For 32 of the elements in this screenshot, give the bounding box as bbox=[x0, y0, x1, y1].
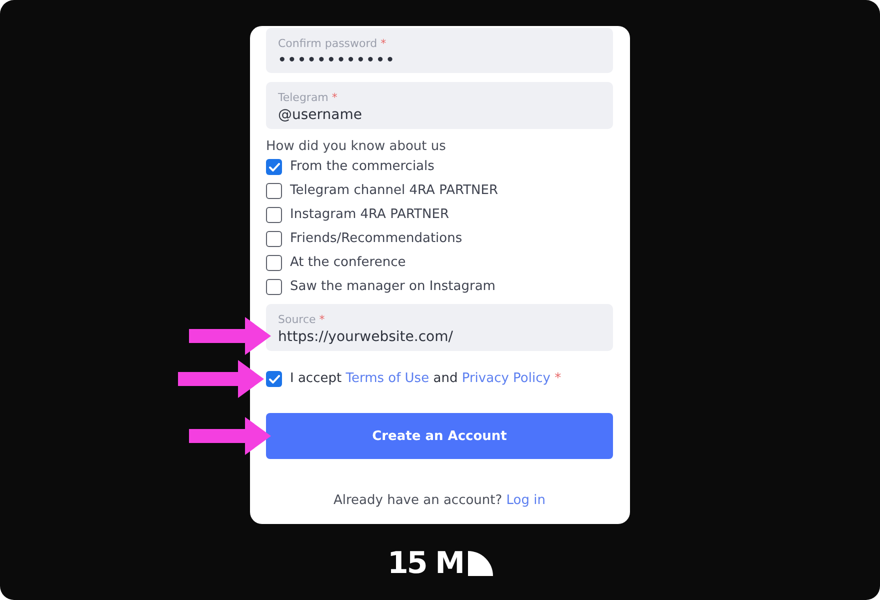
option-label: Telegram channel 4RA PARTNER bbox=[290, 183, 498, 199]
checkbox[interactable] bbox=[266, 207, 282, 223]
field-label: Confirm password * bbox=[278, 37, 388, 50]
option-label: Saw the manager on Instagram bbox=[290, 279, 496, 295]
create-account-button[interactable]: Create an Account bbox=[266, 413, 613, 459]
field-value: https://yourwebsite.com/ bbox=[278, 328, 454, 346]
login-prompt: Already have an account? Log in bbox=[333, 493, 546, 509]
input-field[interactable]: Source * https://yourwebsite.com/ bbox=[266, 304, 613, 351]
checkbox[interactable] bbox=[266, 231, 282, 247]
option-label: Instagram 4RA PARTNER bbox=[290, 207, 449, 223]
checkmark-icon bbox=[268, 374, 280, 384]
option-label: At the conference bbox=[290, 255, 406, 271]
privacy-policy-link[interactable]: Privacy Policy bbox=[462, 371, 550, 386]
checkmark-icon bbox=[268, 162, 280, 172]
login-link[interactable]: Log in bbox=[506, 493, 546, 508]
checkbox[interactable] bbox=[266, 159, 282, 175]
checkbox[interactable] bbox=[266, 183, 282, 199]
input-field[interactable]: Telegram * @username bbox=[266, 82, 613, 129]
option-label: From the commercials bbox=[290, 159, 434, 175]
logo-text: 15 M bbox=[387, 550, 464, 578]
terms-link[interactable]: Terms of Use bbox=[346, 371, 430, 386]
password-dots: •••••••••••• bbox=[278, 52, 397, 70]
question-label: How did you know about us bbox=[266, 139, 446, 155]
field-label: Telegram * bbox=[278, 91, 338, 104]
password-field[interactable]: Confirm password * •••••••••••• bbox=[266, 28, 613, 73]
checkbox[interactable] bbox=[266, 255, 282, 271]
field-value: @username bbox=[278, 106, 363, 124]
field-label: Source * bbox=[278, 313, 326, 326]
option-label: Friends/Recommendations bbox=[290, 231, 462, 247]
checkbox[interactable] bbox=[266, 371, 282, 387]
checkbox[interactable] bbox=[266, 279, 282, 295]
consent-text: I accept Terms of Use and Privacy Policy * bbox=[290, 371, 562, 387]
